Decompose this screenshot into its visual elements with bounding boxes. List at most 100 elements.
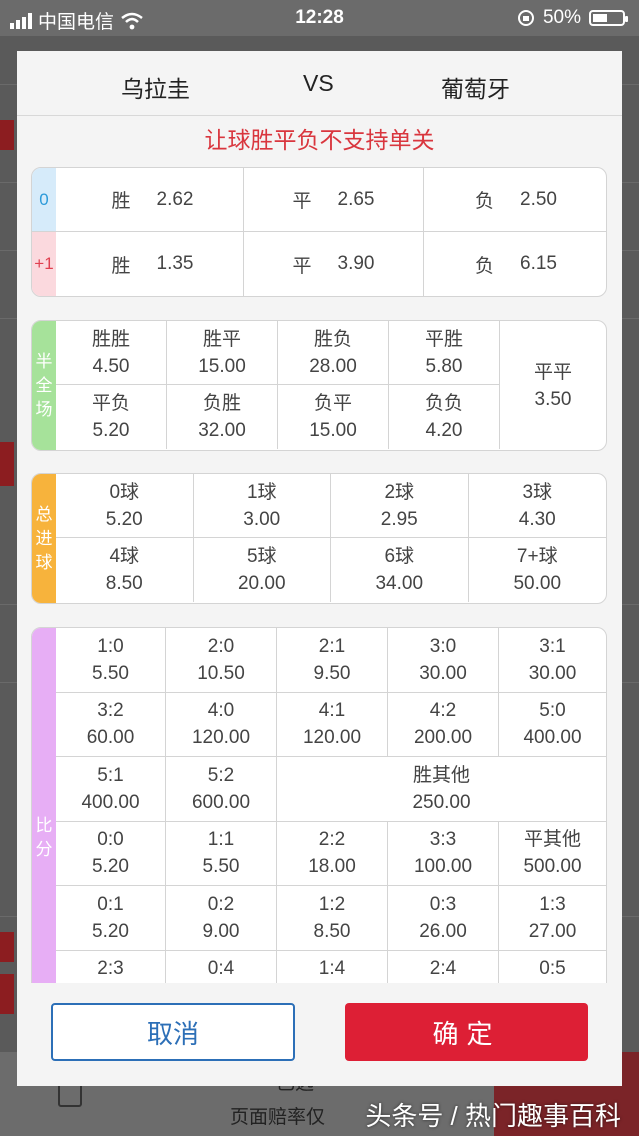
score-option[interactable]: 0:2 9.00 (166, 886, 277, 951)
score-option[interactable]: 3:1 30.00 (499, 628, 606, 693)
half-full-option[interactable]: 平胜 5.80 (389, 321, 500, 385)
odds-value: 100.00 (413, 856, 473, 878)
option-label: 0:0 (97, 829, 124, 851)
score-option[interactable]: 4:1 120.00 (277, 692, 388, 757)
option-label: 4:0 (207, 700, 235, 722)
odds-value: 4.50 (92, 355, 130, 377)
score-option[interactable]: 4:2 200.00 (388, 692, 499, 757)
battery-icon (589, 10, 628, 26)
result-label: 负 (475, 255, 495, 277)
odds-value: 4.30 (518, 508, 556, 530)
odds-value: 6.15 (520, 253, 557, 274)
total-goals-option[interactable]: 2球 2.95 (331, 474, 469, 538)
half-full-option-draw-draw[interactable]: 平平 3.50 (500, 321, 606, 450)
score-option[interactable]: 3:2 60.00 (56, 692, 166, 757)
option-label: 3球 (522, 481, 553, 503)
option-label: 1:3 (539, 893, 566, 915)
score-option[interactable]: 5:2 600.00 (166, 757, 277, 822)
home-team: 乌拉圭 (121, 76, 190, 102)
bg-odds-notice: 页面赔率仅 (230, 1107, 326, 1128)
odds-option-cell[interactable]: 负 6.15 (424, 232, 606, 296)
result-label: 胜 (111, 255, 131, 277)
total-goals-option[interactable]: 0球 5.20 (56, 474, 194, 538)
total-goals-option[interactable]: 1球 3.00 (193, 474, 331, 538)
option-label: 7+球 (516, 546, 558, 567)
odds-option-cell[interactable]: 负 2.50 (424, 168, 606, 232)
bet-option-modal: 乌拉圭 VS 葡萄牙 让球胜平负不支持单关 0 +1 胜 2.62 平 2.65 负 2.… (17, 51, 622, 1086)
confirm-button[interactable]: 确定 (345, 1003, 588, 1061)
option-label: 胜胜 (91, 328, 130, 350)
side-label-char: 总 (35, 504, 53, 524)
total-goals-option[interactable]: 5球 20.00 (194, 538, 331, 602)
score-option[interactable]: 5:1 400.00 (56, 757, 166, 822)
score-option[interactable]: 胜其他 250.00 (277, 757, 606, 822)
cancel-button[interactable]: 取消 (51, 1003, 295, 1061)
odds-option-cell[interactable]: 平 2.65 (244, 168, 424, 232)
option-label: 1:1 (207, 829, 235, 851)
option-label: 负平 (313, 393, 352, 414)
option-label: 2:1 (318, 635, 346, 657)
odds-value: 32.00 (198, 420, 246, 441)
score-option[interactable]: 0:3 26.00 (388, 886, 499, 951)
score-option[interactable]: 3:0 30.00 (388, 628, 499, 693)
half-full-option[interactable]: 负胜 32.00 (167, 385, 278, 449)
total-goals-option[interactable]: 6球 34.00 (331, 538, 469, 602)
score-option[interactable]: 0:0 5.20 (56, 821, 166, 886)
half-full-panel: 半全场 胜胜 4.50 胜平 15.00 胜负 28.00 平胜 5.80 平负 5.20 负胜 32… (31, 320, 607, 451)
option-label: 0:3 (429, 893, 457, 915)
odds-option-cell[interactable]: 平 3.90 (244, 232, 424, 296)
option-label: 0球 (109, 481, 140, 503)
option-label: 5球 (246, 546, 277, 567)
odds-value: 3.00 (243, 508, 281, 530)
total-goals-option[interactable]: 4球 8.50 (56, 538, 194, 602)
score-option[interactable]: 5:0 400.00 (499, 693, 606, 757)
option-label: 平胜 (424, 328, 463, 350)
odds-value: 5.20 (105, 508, 143, 530)
score-option[interactable]: 4:0 120.00 (166, 692, 277, 757)
half-full-option[interactable]: 负负 4.20 (389, 385, 500, 449)
score-option[interactable]: 1:0 5.50 (56, 628, 166, 693)
odds-value: 600.00 (191, 791, 251, 813)
result-label: 胜 (111, 191, 131, 212)
option-label: 6球 (384, 546, 415, 567)
score-option[interactable]: 1:2 8.50 (277, 886, 388, 951)
option-label: 3:3 (429, 829, 457, 851)
half-full-option[interactable]: 胜负 28.00 (278, 321, 389, 385)
total-goals-option[interactable]: 3球 4.30 (468, 474, 606, 538)
score-option[interactable]: 0:1 5.20 (56, 886, 166, 951)
score-option[interactable]: 平其他 500.00 (499, 822, 606, 886)
odds-value: 18.00 (308, 856, 356, 878)
score-option[interactable]: 2:0 10.50 (166, 628, 277, 693)
total-goals-option[interactable]: 7+球 50.00 (469, 538, 607, 602)
half-full-option[interactable]: 胜胜 4.50 (56, 321, 167, 385)
half-full-option[interactable]: 平负 5.20 (56, 385, 167, 449)
score-option[interactable]: 2:2 18.00 (277, 821, 388, 886)
option-label: 3:1 (539, 635, 566, 657)
odds-value: 50.00 (513, 573, 562, 594)
bg-single-tag (0, 974, 14, 1014)
side-label-char: 分 (35, 840, 53, 859)
score-option[interactable]: 3:3 100.00 (388, 821, 499, 886)
option-label: 平负 (91, 393, 130, 414)
bg-list-marker (0, 932, 14, 962)
odds-option-cell[interactable]: 胜 2.62 (62, 168, 244, 232)
option-label: 3:2 (97, 700, 124, 722)
score-option[interactable]: 1:3 27.00 (499, 886, 606, 951)
option-label: 0:1 (97, 893, 124, 915)
trash-icon (58, 1083, 82, 1107)
odds-value: 250.00 (412, 791, 471, 813)
side-label-char: 场 (35, 399, 53, 419)
half-full-option[interactable]: 负平 15.00 (278, 385, 389, 449)
score-option[interactable]: 2:1 9.50 (277, 628, 388, 693)
option-label: 4:2 (429, 700, 457, 722)
odds-value: 5.20 (92, 920, 129, 942)
status-right: 50% (517, 7, 628, 29)
score-option[interactable]: 1:1 5.50 (166, 821, 277, 886)
odds-value: 200.00 (413, 727, 473, 749)
odds-option-cell[interactable]: 胜 1.35 (62, 232, 244, 296)
odds-value: 3.50 (534, 388, 572, 410)
option-label: 2球 (384, 481, 415, 503)
option-label: 0:5 (539, 957, 566, 979)
half-full-option[interactable]: 胜平 15.00 (167, 321, 278, 385)
odds-value: 8.50 (105, 573, 143, 594)
